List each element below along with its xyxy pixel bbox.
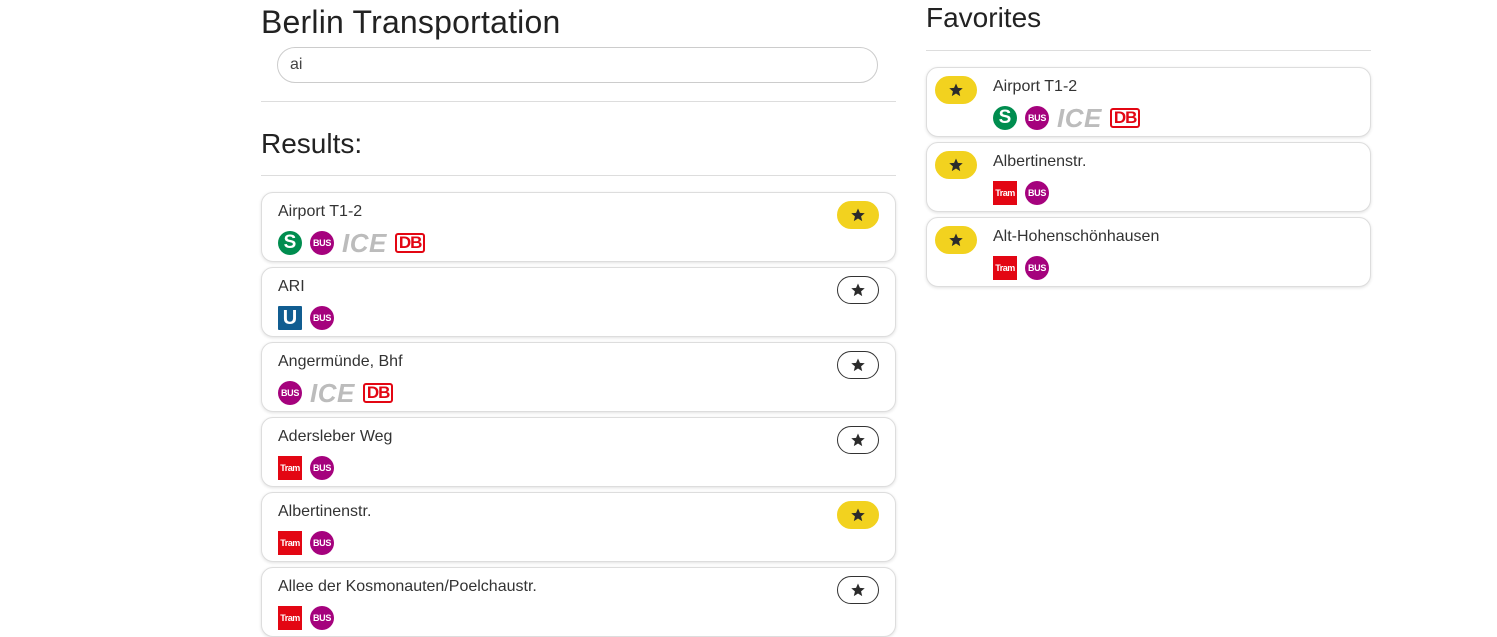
divider [261, 101, 896, 102]
result-card[interactable]: ARI U BUS [261, 267, 896, 337]
db-icon: DB [1109, 108, 1141, 128]
star-icon [850, 282, 866, 298]
db-icon: DB [362, 383, 394, 403]
ice-icon: ICE [1057, 103, 1102, 133]
bus-icon: BUS [310, 231, 334, 255]
bus-icon: BUS [310, 306, 334, 330]
station-name: Airport T1-2 [993, 78, 1078, 95]
bus-icon: BUS [310, 606, 334, 630]
result-card[interactable]: Albertinenstr. Tram BUS [261, 492, 896, 562]
station-name: Angermünde, Bhf [278, 353, 403, 370]
divider [261, 175, 896, 176]
unfavorite-button[interactable] [837, 201, 879, 229]
star-icon [850, 357, 866, 373]
favorite-button[interactable] [837, 276, 879, 304]
transport-icons: BUS ICE DB [278, 378, 394, 408]
bus-icon: BUS [310, 456, 334, 480]
bus-icon: BUS [1025, 106, 1049, 130]
station-name: Airport T1-2 [278, 203, 363, 220]
station-name: Adersleber Weg [278, 428, 393, 445]
unfavorite-button[interactable] [837, 501, 879, 529]
transport-icons: Tram BUS [278, 605, 334, 631]
star-icon [850, 207, 866, 223]
tram-icon: Tram [993, 256, 1017, 280]
result-card[interactable]: Airport T1-2 S BUS ICE DB [261, 192, 896, 262]
tram-icon: Tram [278, 606, 302, 630]
star-icon [850, 432, 866, 448]
result-card[interactable]: Allee der Kosmonauten/Poelchaustr. Tram BU… [261, 567, 896, 637]
transport-icons: S BUS ICE DB [278, 228, 426, 258]
station-name: Albertinenstr. [278, 503, 372, 520]
unfavorite-button[interactable] [935, 76, 977, 104]
bus-icon: BUS [310, 531, 334, 555]
divider [926, 50, 1371, 51]
bus-icon: BUS [1025, 256, 1049, 280]
favorite-card[interactable]: Albertinenstr. Tram BUS [926, 142, 1371, 212]
unfavorite-button[interactable] [935, 151, 977, 179]
result-card[interactable]: Adersleber Weg Tram BUS [261, 417, 896, 487]
u-bahn-icon: U [278, 306, 302, 330]
search-input[interactable] [277, 47, 878, 83]
result-card[interactable]: Angermünde, Bhf BUS ICE DB [261, 342, 896, 412]
tram-icon: Tram [278, 531, 302, 555]
transport-icons: Tram BUS [278, 455, 334, 481]
ice-icon: ICE [310, 378, 355, 408]
results-heading: Results: [261, 128, 363, 159]
page-title: Berlin Transportation [261, 4, 561, 40]
s-bahn-icon: S [278, 231, 302, 255]
star-icon [948, 157, 964, 173]
tram-icon: Tram [278, 456, 302, 480]
bus-icon: BUS [278, 381, 302, 405]
star-icon [948, 232, 964, 248]
favorites-heading: Favorites [926, 2, 1042, 33]
transport-icons: S BUS ICE DB [993, 103, 1141, 133]
transport-icons: Tram BUS [278, 530, 334, 556]
station-name: Alt-Hohenschönhausen [993, 228, 1160, 245]
star-icon [948, 82, 964, 98]
s-bahn-icon: S [993, 106, 1017, 130]
transport-icons: U BUS [278, 305, 334, 331]
unfavorite-button[interactable] [935, 226, 977, 254]
star-icon [850, 507, 866, 523]
db-icon: DB [394, 233, 426, 253]
ice-icon: ICE [342, 228, 387, 258]
transport-icons: Tram BUS [993, 255, 1049, 281]
favorite-button[interactable] [837, 426, 879, 454]
star-icon [850, 582, 866, 598]
favorite-card[interactable]: Airport T1-2 S BUS ICE DB [926, 67, 1371, 137]
tram-icon: Tram [993, 181, 1017, 205]
station-name: ARI [278, 278, 305, 295]
favorite-button[interactable] [837, 351, 879, 379]
station-name: Allee der Kosmonauten/Poelchaustr. [278, 578, 537, 595]
favorite-card[interactable]: Alt-Hohenschönhausen Tram BUS [926, 217, 1371, 287]
bus-icon: BUS [1025, 181, 1049, 205]
station-name: Albertinenstr. [993, 153, 1087, 170]
favorite-button[interactable] [837, 576, 879, 604]
transport-icons: Tram BUS [993, 180, 1049, 206]
